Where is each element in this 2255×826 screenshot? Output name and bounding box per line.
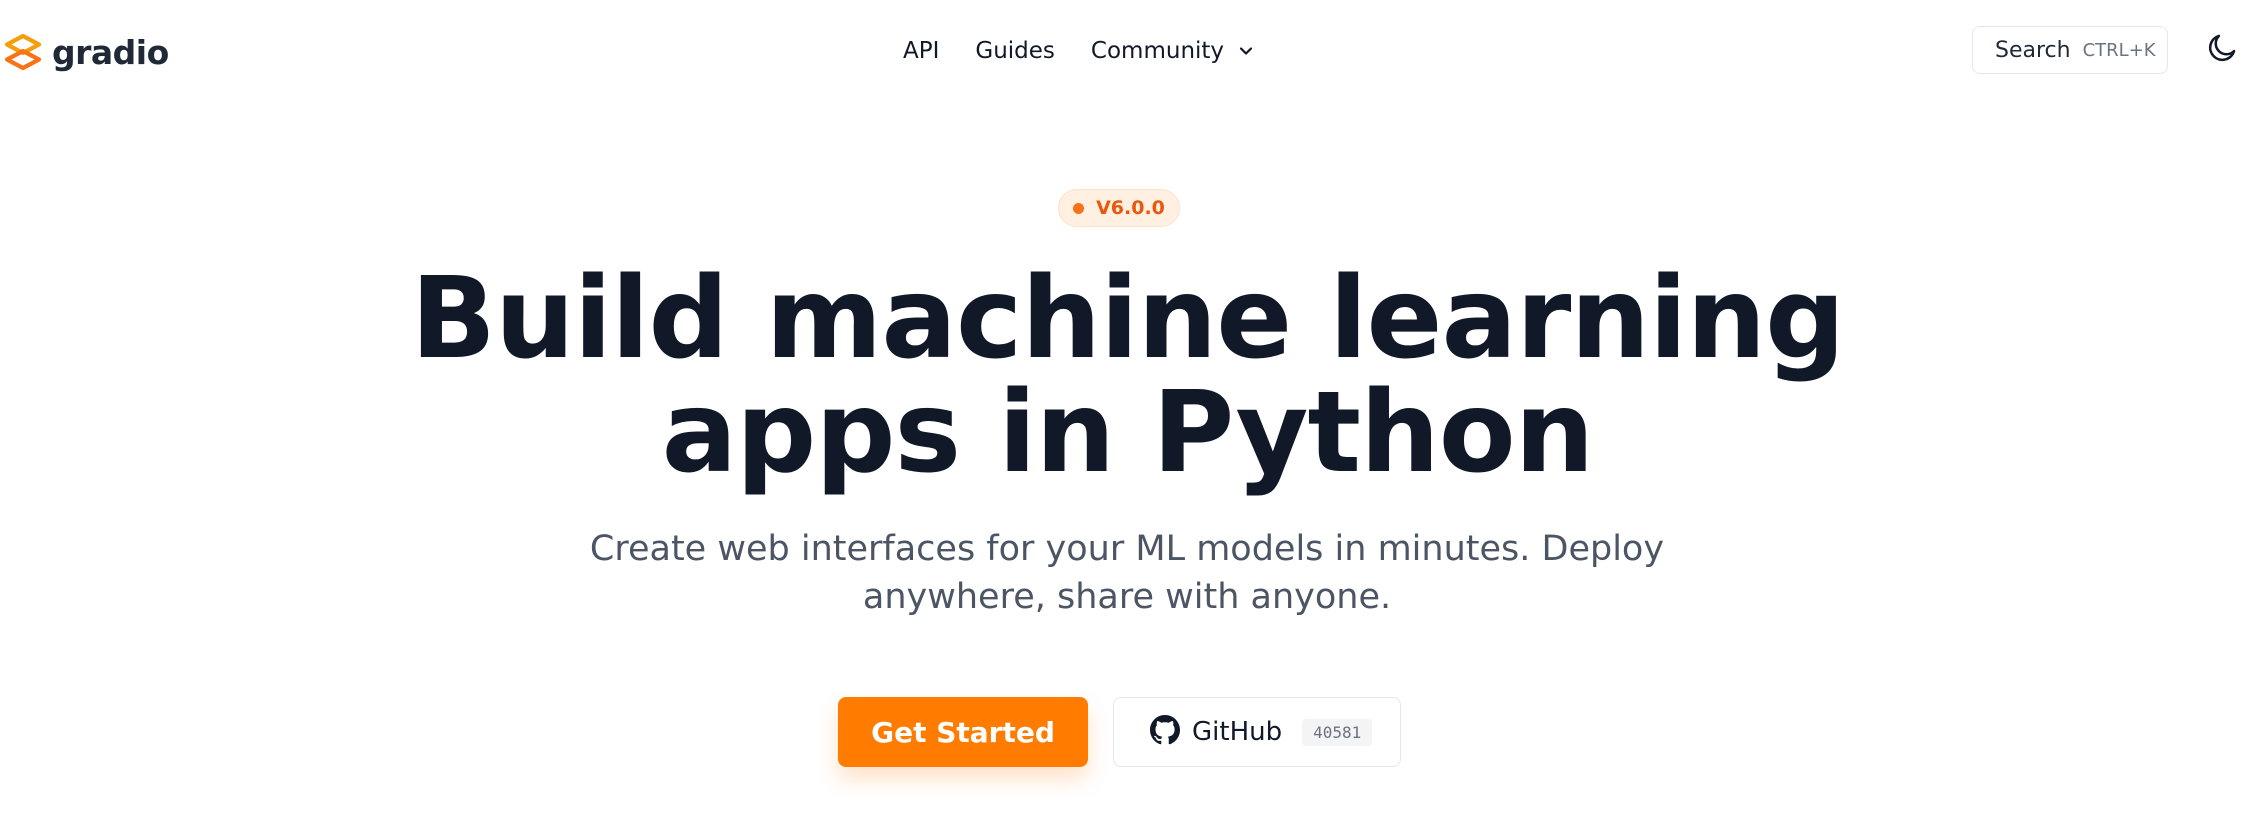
theme-toggle-button[interactable] — [2202, 30, 2242, 70]
search-button[interactable]: Search CTRL+K — [1972, 26, 2168, 74]
hero-headline: Build machine learning apps in Python — [0, 262, 2255, 490]
github-star-count: 40581 — [1302, 718, 1373, 746]
version-label: V6.0.0 — [1096, 197, 1165, 219]
version-badge: V6.0.0 — [1058, 189, 1180, 227]
github-button[interactable]: GitHub 40581 — [1113, 697, 1401, 767]
hero-subtitle: Create web interfaces for your ML models… — [527, 525, 1727, 621]
logo-link[interactable]: gradio — [4, 30, 169, 74]
get-started-button[interactable]: Get Started — [838, 697, 1088, 767]
subtitle-line-2: anywhere, share with anyone. — [862, 577, 1392, 617]
moon-icon — [2205, 31, 2239, 69]
headline-line-1: Build machine learning — [410, 254, 1846, 384]
badge-dot — [1073, 202, 1085, 214]
search-label: Search — [1995, 37, 2071, 63]
github-label: GitHub — [1192, 717, 1283, 747]
nav-community-label: Community — [1090, 38, 1225, 64]
page: gradio API Guides Community Search CTRL+… — [0, 0, 2255, 826]
main-nav: API Guides Community — [903, 28, 1254, 74]
logo-text: gradio — [52, 32, 169, 72]
nav-guides[interactable]: Guides — [975, 38, 1055, 64]
headline-line-2: apps in Python — [661, 368, 1595, 498]
search-shortcut: CTRL+K — [2082, 39, 2156, 61]
chevron-down-icon — [1238, 43, 1254, 59]
github-icon — [1150, 715, 1180, 749]
subtitle-line-1: Create web interfaces for your ML models… — [589, 529, 1665, 569]
nav-community[interactable]: Community — [1091, 38, 1254, 64]
nav-api[interactable]: API — [903, 38, 939, 64]
gradio-logo-icon — [4, 33, 42, 71]
site-header: gradio API Guides Community Search CTRL+… — [0, 0, 2255, 100]
